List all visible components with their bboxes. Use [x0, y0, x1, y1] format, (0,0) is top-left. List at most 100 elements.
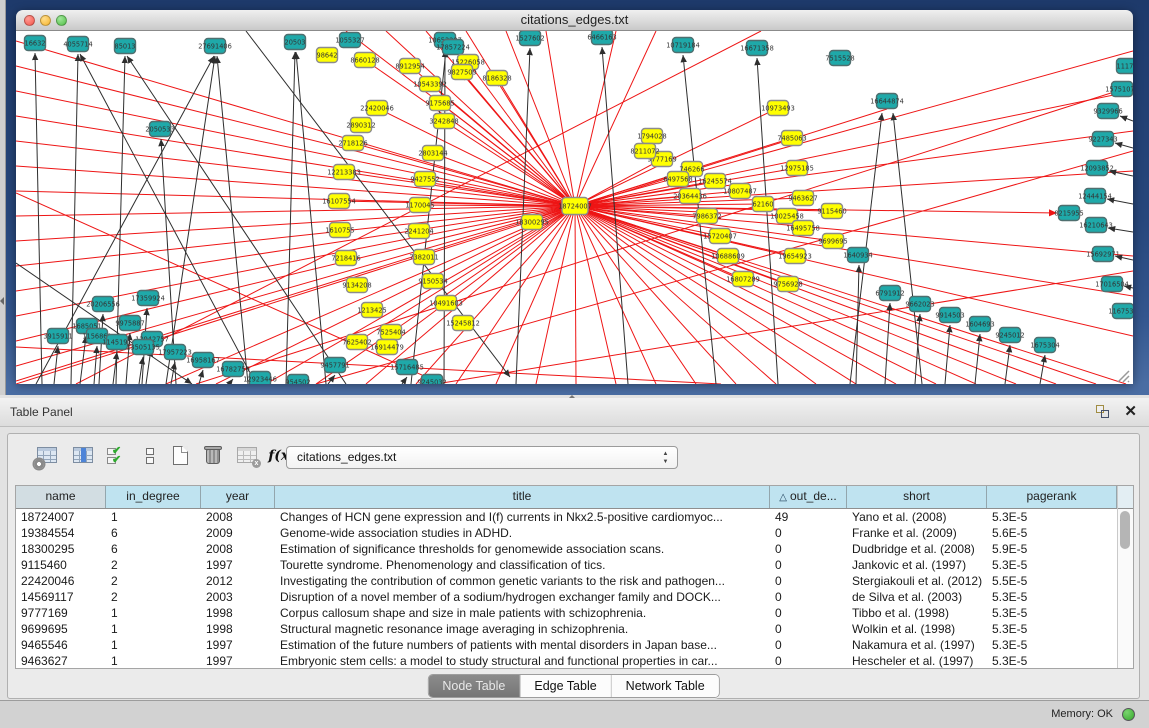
network-node[interactable]	[753, 197, 774, 212]
network-node[interactable]	[1093, 132, 1114, 147]
network-node[interactable]	[1117, 59, 1134, 74]
network-node[interactable]	[285, 35, 306, 50]
network-node[interactable]	[93, 297, 114, 312]
cell-out_de[interactable]: 0	[770, 573, 847, 589]
network-node[interactable]	[355, 53, 376, 68]
table-row[interactable]: 1456911722003Disruption of a novel membe…	[16, 589, 1133, 605]
table-row[interactable]: 969969511998Structural magnetic resonanc…	[16, 621, 1133, 637]
network-node[interactable]	[592, 31, 613, 45]
network-node[interactable]	[697, 209, 718, 224]
network-edge[interactable]	[16, 347, 721, 384]
network-node[interactable]	[336, 251, 357, 266]
network-edge[interactable]	[575, 206, 616, 384]
cell-pagerank[interactable]: 5.3E-5	[987, 637, 1117, 653]
cell-title[interactable]: Estimation of significance thresholds fo…	[275, 541, 770, 557]
network-edge[interactable]	[16, 206, 575, 291]
network-node[interactable]	[793, 221, 814, 236]
cell-year[interactable]: 1997	[201, 637, 275, 653]
network-node[interactable]	[330, 223, 351, 238]
cell-out_de[interactable]: 0	[770, 557, 847, 573]
network-node[interactable]	[1086, 218, 1107, 233]
network-node[interactable]	[329, 194, 350, 209]
network-node[interactable]	[420, 77, 441, 92]
column-header-out_de[interactable]: △out_de...	[770, 486, 847, 508]
cell-short[interactable]: Hescheler et al. (1997)	[847, 653, 987, 669]
cell-title[interactable]: Investigating the contribution of common…	[275, 573, 770, 589]
cell-in_degree[interactable]: 2	[106, 557, 201, 573]
network-node[interactable]	[120, 316, 141, 331]
cell-out_de[interactable]: 0	[770, 589, 847, 605]
network-edge[interactable]	[16, 206, 575, 381]
network-node[interactable]	[115, 39, 136, 54]
network-node[interactable]	[443, 40, 464, 55]
network-node[interactable]	[787, 161, 808, 176]
network-node[interactable]	[400, 59, 421, 74]
network-edge[interactable]	[16, 193, 442, 384]
column-header-name[interactable]: name	[16, 486, 106, 508]
network-node[interactable]	[367, 101, 388, 116]
network-node[interactable]	[343, 136, 364, 151]
cell-short[interactable]: Jankovic et al. (1997)	[847, 557, 987, 573]
network-node[interactable]	[823, 234, 844, 249]
cell-pagerank[interactable]: 5.3E-5	[987, 589, 1117, 605]
west-panel-edge[interactable]	[0, 0, 6, 395]
network-node[interactable]	[317, 48, 338, 63]
resize-grip-icon[interactable]	[1118, 371, 1129, 382]
cell-year[interactable]: 1998	[201, 605, 275, 621]
cell-title[interactable]: Estimation of the future numbers of pati…	[275, 637, 770, 653]
network-node[interactable]	[1059, 206, 1080, 221]
cell-in_degree[interactable]: 2	[106, 589, 201, 605]
network-edge[interactable]	[575, 31, 616, 206]
network-node[interactable]	[940, 308, 961, 323]
cell-name[interactable]: 18724007	[16, 509, 106, 525]
cell-short[interactable]: de Silva et al. (2003)	[847, 589, 987, 605]
network-node[interactable]	[351, 118, 372, 133]
cell-short[interactable]: Nakamura et al. (1997)	[847, 637, 987, 653]
cell-name[interactable]: 18300295	[16, 541, 106, 557]
network-node[interactable]	[1098, 104, 1119, 119]
table-mode-icon[interactable]	[34, 442, 62, 470]
network-node[interactable]	[347, 278, 368, 293]
scrollbar-thumb[interactable]	[1120, 511, 1130, 549]
delete-column-icon[interactable]	[200, 442, 228, 470]
cell-pagerank[interactable]: 5.5E-5	[987, 573, 1117, 589]
network-edge[interactable]	[402, 377, 407, 384]
network-node[interactable]	[642, 129, 663, 144]
cell-year[interactable]: 2003	[201, 589, 275, 605]
table-row[interactable]: 946554611997Estimation of the future num…	[16, 637, 1133, 653]
cell-pagerank[interactable]: 5.6E-5	[987, 525, 1117, 541]
network-node[interactable]	[778, 277, 799, 292]
west-collapse-arrow-icon[interactable]	[0, 297, 4, 305]
network-edge[interactable]	[468, 62, 575, 206]
network-node[interactable]	[223, 362, 244, 377]
network-node[interactable]	[453, 316, 474, 331]
cell-name[interactable]: 9463627	[16, 653, 106, 669]
cell-name[interactable]: 9115460	[16, 557, 106, 573]
cell-out_de[interactable]: 49	[770, 509, 847, 525]
column-header-title[interactable]: title	[275, 486, 770, 508]
network-edge[interactable]	[975, 334, 980, 384]
network-edge[interactable]	[575, 206, 776, 384]
cell-title[interactable]: Changes of HCN gene expression and I(f) …	[275, 509, 770, 525]
network-edge[interactable]	[16, 166, 575, 206]
network-edge[interactable]	[54, 346, 58, 384]
network-node[interactable]	[150, 122, 171, 137]
cell-title[interactable]: Corpus callosum shape and size in male p…	[275, 605, 770, 621]
network-node[interactable]	[397, 360, 418, 375]
cell-short[interactable]: Wolkin et al. (1998)	[847, 621, 987, 637]
cell-in_degree[interactable]: 2	[106, 573, 201, 589]
network-edge[interactable]	[456, 206, 575, 384]
network-node[interactable]	[793, 191, 814, 206]
network-node[interactable]	[205, 39, 226, 54]
network-node[interactable]	[822, 204, 843, 219]
cell-in_degree[interactable]: 6	[106, 541, 201, 557]
cell-pagerank[interactable]: 5.3E-5	[987, 509, 1117, 525]
network-node[interactable]	[436, 296, 457, 311]
cell-out_de[interactable]: 0	[770, 621, 847, 637]
network-canvas[interactable]: 1663240557148501327691406205031055327106…	[16, 31, 1133, 384]
network-edge[interactable]	[1115, 256, 1133, 260]
network-node[interactable]	[423, 274, 444, 289]
network-node[interactable]	[680, 189, 701, 204]
network-node[interactable]	[452, 65, 473, 80]
network-edge[interactable]	[229, 379, 233, 384]
